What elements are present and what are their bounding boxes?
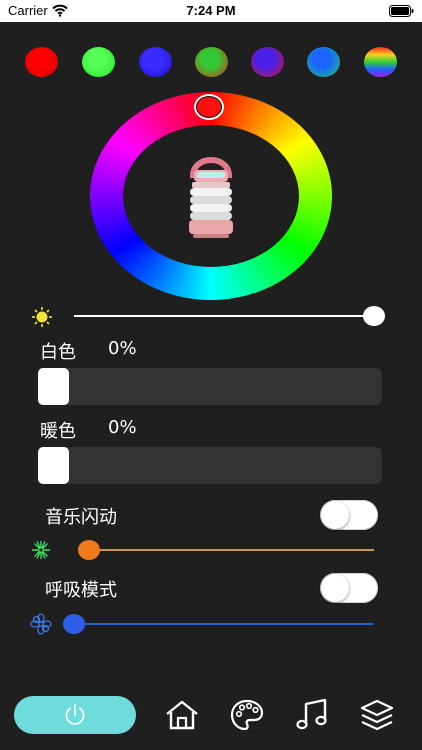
preset-red[interactable] [25, 47, 58, 77]
music-flash-toggle[interactable] [320, 500, 378, 530]
sun-icon [32, 307, 52, 327]
music-sensitivity-icon [32, 541, 50, 559]
music-flash-label: 音乐闪动 [45, 507, 117, 528]
music-sensitivity-thumb[interactable] [78, 540, 100, 560]
white-value: 0% [108, 338, 137, 359]
brightness-slider-thumb[interactable] [363, 306, 385, 326]
music-flash-toggle-knob [321, 501, 349, 529]
white-slider[interactable] [38, 368, 382, 405]
warm-slider-thumb[interactable] [38, 447, 69, 484]
status-bar: Carrier 7:24 PM [0, 0, 422, 22]
breathing-speed-track[interactable] [74, 623, 374, 625]
color-wheel-handle[interactable] [194, 94, 224, 120]
home-icon[interactable] [164, 697, 200, 733]
brightness-slider-track[interactable] [74, 315, 374, 317]
preset-blue[interactable] [139, 47, 172, 77]
music-note-icon[interactable] [294, 697, 330, 733]
music-sensitivity-track[interactable] [88, 549, 374, 551]
lantern-image [189, 157, 233, 238]
warm-label: 暖色 [40, 421, 76, 442]
layers-icon[interactable] [359, 697, 395, 733]
preset-blue-red[interactable] [251, 47, 284, 77]
warm-slider[interactable] [38, 447, 382, 484]
white-label: 白色 [40, 342, 76, 363]
power-button[interactable] [14, 696, 136, 734]
battery-icon [389, 5, 414, 17]
white-slider-thumb[interactable] [38, 368, 69, 405]
power-icon [65, 704, 85, 725]
preset-rainbow[interactable] [364, 47, 397, 77]
preset-blue-green[interactable] [307, 47, 340, 77]
preset-green[interactable] [82, 47, 115, 77]
breathing-speed-thumb[interactable] [63, 614, 85, 634]
warm-value: 0% [108, 417, 137, 438]
palette-icon[interactable] [229, 697, 265, 733]
breathing-mode-toggle-knob [321, 574, 349, 602]
breathing-mode-label: 呼吸模式 [45, 580, 117, 601]
status-time: 7:24 PM [186, 3, 236, 18]
breathing-mode-toggle[interactable] [320, 573, 378, 603]
breathing-speed-icon [30, 613, 52, 635]
preset-green-red[interactable] [195, 47, 228, 77]
